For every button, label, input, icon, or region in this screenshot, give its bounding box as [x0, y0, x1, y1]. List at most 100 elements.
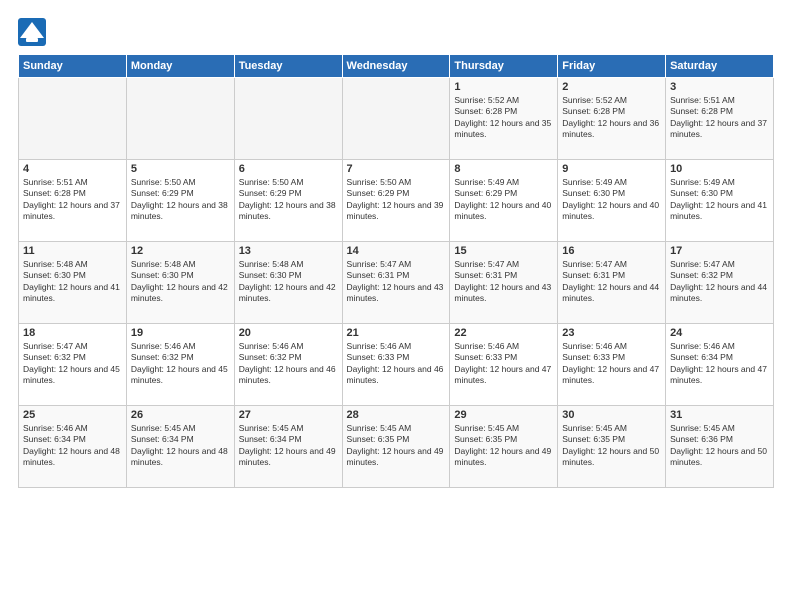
day-number: 11: [23, 245, 122, 257]
calendar-cell: 7 Sunrise: 5:50 AMSunset: 6:29 PMDaylight…: [342, 160, 450, 242]
day-number: 29: [454, 409, 553, 421]
calendar-header-friday: Friday: [558, 55, 666, 78]
day-info: Sunrise: 5:45 AMSunset: 6:36 PMDaylight:…: [670, 423, 769, 469]
day-info: Sunrise: 5:47 AMSunset: 6:31 PMDaylight:…: [454, 259, 553, 305]
day-number: 19: [131, 327, 230, 339]
day-info: Sunrise: 5:50 AMSunset: 6:29 PMDaylight:…: [131, 177, 230, 223]
calendar-week-row: 4 Sunrise: 5:51 AMSunset: 6:28 PMDaylight…: [19, 160, 774, 242]
day-info: Sunrise: 5:45 AMSunset: 6:35 PMDaylight:…: [454, 423, 553, 469]
day-info: Sunrise: 5:49 AMSunset: 6:29 PMDaylight:…: [454, 177, 553, 223]
day-info: Sunrise: 5:50 AMSunset: 6:29 PMDaylight:…: [239, 177, 338, 223]
day-info: Sunrise: 5:46 AMSunset: 6:32 PMDaylight:…: [239, 341, 338, 387]
day-info: Sunrise: 5:47 AMSunset: 6:32 PMDaylight:…: [23, 341, 122, 387]
calendar-cell: 8Sunrise: 5:49 AMSunset: 6:29 PMDaylight…: [450, 160, 558, 242]
calendar-cell: 20 Sunrise: 5:46 AMSunset: 6:32 PMDayligh…: [234, 324, 342, 406]
day-number: 24: [670, 327, 769, 339]
calendar-cell: 18 Sunrise: 5:47 AMSunset: 6:32 PMDayligh…: [19, 324, 127, 406]
calendar-cell: 14 Sunrise: 5:47 AMSunset: 6:31 PMDayligh…: [342, 242, 450, 324]
calendar-header-monday: Monday: [126, 55, 234, 78]
calendar-cell: 23Sunrise: 5:46 AMSunset: 6:33 PMDayligh…: [558, 324, 666, 406]
calendar-cell: 9Sunrise: 5:49 AMSunset: 6:30 PMDaylight…: [558, 160, 666, 242]
day-number: 4: [23, 163, 122, 175]
header: [18, 18, 774, 46]
day-info: Sunrise: 5:52 AMSunset: 6:28 PMDaylight:…: [562, 95, 661, 141]
calendar-cell: [19, 78, 127, 160]
day-info: Sunrise: 5:50 AMSunset: 6:29 PMDaylight:…: [347, 177, 446, 223]
logo: [18, 18, 50, 46]
day-number: 25: [23, 409, 122, 421]
calendar-header-saturday: Saturday: [666, 55, 774, 78]
day-number: 7: [347, 163, 446, 175]
calendar-header-tuesday: Tuesday: [234, 55, 342, 78]
day-number: 27: [239, 409, 338, 421]
day-number: 14: [347, 245, 446, 257]
calendar-cell: 10 Sunrise: 5:49 AMSunset: 6:30 PMDayligh…: [666, 160, 774, 242]
calendar-cell: 2 Sunrise: 5:52 AMSunset: 6:28 PMDaylight…: [558, 78, 666, 160]
day-info: Sunrise: 5:47 AMSunset: 6:31 PMDaylight:…: [347, 259, 446, 305]
day-info: Sunrise: 5:45 AMSunset: 6:35 PMDaylight:…: [562, 423, 661, 469]
calendar-cell: 17 Sunrise: 5:47 AMSunset: 6:32 PMDayligh…: [666, 242, 774, 324]
calendar-cell: [126, 78, 234, 160]
calendar-cell: 3 Sunrise: 5:51 AMSunset: 6:28 PMDaylight…: [666, 78, 774, 160]
calendar-cell: 15 Sunrise: 5:47 AMSunset: 6:31 PMDayligh…: [450, 242, 558, 324]
calendar-header-sunday: Sunday: [19, 55, 127, 78]
calendar-cell: 11 Sunrise: 5:48 AMSunset: 6:30 PMDayligh…: [19, 242, 127, 324]
calendar-week-row: 25Sunrise: 5:46 AMSunset: 6:34 PMDayligh…: [19, 406, 774, 488]
day-number: 13: [239, 245, 338, 257]
calendar-table: SundayMondayTuesdayWednesdayThursdayFrid…: [18, 54, 774, 488]
day-info: Sunrise: 5:52 AMSunset: 6:28 PMDaylight:…: [454, 95, 553, 141]
day-number: 31: [670, 409, 769, 421]
day-number: 3: [670, 81, 769, 93]
calendar-cell: 25Sunrise: 5:46 AMSunset: 6:34 PMDayligh…: [19, 406, 127, 488]
day-number: 21: [347, 327, 446, 339]
calendar-week-row: 1 Sunrise: 5:52 AMSunset: 6:28 PMDaylight…: [19, 78, 774, 160]
calendar-cell: 28Sunrise: 5:45 AMSunset: 6:35 PMDayligh…: [342, 406, 450, 488]
day-info: Sunrise: 5:51 AMSunset: 6:28 PMDaylight:…: [670, 95, 769, 141]
day-number: 2: [562, 81, 661, 93]
day-number: 10: [670, 163, 769, 175]
day-info: Sunrise: 5:46 AMSunset: 6:33 PMDaylight:…: [562, 341, 661, 387]
day-number: 18: [23, 327, 122, 339]
calendar-cell: 13 Sunrise: 5:48 AMSunset: 6:30 PMDayligh…: [234, 242, 342, 324]
day-info: Sunrise: 5:48 AMSunset: 6:30 PMDaylight:…: [23, 259, 122, 305]
calendar-cell: [342, 78, 450, 160]
calendar-cell: 26Sunrise: 5:45 AMSunset: 6:34 PMDayligh…: [126, 406, 234, 488]
day-number: 1: [454, 81, 553, 93]
calendar-cell: 1 Sunrise: 5:52 AMSunset: 6:28 PMDaylight…: [450, 78, 558, 160]
calendar-cell: 27Sunrise: 5:45 AMSunset: 6:34 PMDayligh…: [234, 406, 342, 488]
calendar-week-row: 11 Sunrise: 5:48 AMSunset: 6:30 PMDayligh…: [19, 242, 774, 324]
calendar-cell: 6 Sunrise: 5:50 AMSunset: 6:29 PMDaylight…: [234, 160, 342, 242]
day-number: 17: [670, 245, 769, 257]
calendar-cell: 5Sunrise: 5:50 AMSunset: 6:29 PMDaylight…: [126, 160, 234, 242]
calendar-cell: 19 Sunrise: 5:46 AMSunset: 6:32 PMDayligh…: [126, 324, 234, 406]
calendar-week-row: 18 Sunrise: 5:47 AMSunset: 6:32 PMDayligh…: [19, 324, 774, 406]
day-number: 15: [454, 245, 553, 257]
day-info: Sunrise: 5:49 AMSunset: 6:30 PMDaylight:…: [670, 177, 769, 223]
calendar-cell: 12 Sunrise: 5:48 AMSunset: 6:30 PMDayligh…: [126, 242, 234, 324]
calendar-cell: [234, 78, 342, 160]
day-info: Sunrise: 5:46 AMSunset: 6:34 PMDaylight:…: [670, 341, 769, 387]
day-info: Sunrise: 5:46 AMSunset: 6:33 PMDaylight:…: [454, 341, 553, 387]
day-info: Sunrise: 5:45 AMSunset: 6:35 PMDaylight:…: [347, 423, 446, 469]
day-number: 30: [562, 409, 661, 421]
day-info: Sunrise: 5:48 AMSunset: 6:30 PMDaylight:…: [239, 259, 338, 305]
day-info: Sunrise: 5:47 AMSunset: 6:32 PMDaylight:…: [670, 259, 769, 305]
day-info: Sunrise: 5:51 AMSunset: 6:28 PMDaylight:…: [23, 177, 122, 223]
day-number: 12: [131, 245, 230, 257]
day-info: Sunrise: 5:47 AMSunset: 6:31 PMDaylight:…: [562, 259, 661, 305]
day-number: 26: [131, 409, 230, 421]
calendar-cell: 21Sunrise: 5:46 AMSunset: 6:33 PMDayligh…: [342, 324, 450, 406]
page: SundayMondayTuesdayWednesdayThursdayFrid…: [0, 0, 792, 612]
day-number: 16: [562, 245, 661, 257]
day-number: 20: [239, 327, 338, 339]
calendar-cell: 4 Sunrise: 5:51 AMSunset: 6:28 PMDaylight…: [19, 160, 127, 242]
day-info: Sunrise: 5:46 AMSunset: 6:32 PMDaylight:…: [131, 341, 230, 387]
logo-icon: [18, 18, 46, 46]
day-number: 6: [239, 163, 338, 175]
day-info: Sunrise: 5:48 AMSunset: 6:30 PMDaylight:…: [131, 259, 230, 305]
calendar-header-wednesday: Wednesday: [342, 55, 450, 78]
day-number: 9: [562, 163, 661, 175]
calendar-cell: 22Sunrise: 5:46 AMSunset: 6:33 PMDayligh…: [450, 324, 558, 406]
calendar-header-thursday: Thursday: [450, 55, 558, 78]
calendar-cell: 31 Sunrise: 5:45 AMSunset: 6:36 PMDayligh…: [666, 406, 774, 488]
